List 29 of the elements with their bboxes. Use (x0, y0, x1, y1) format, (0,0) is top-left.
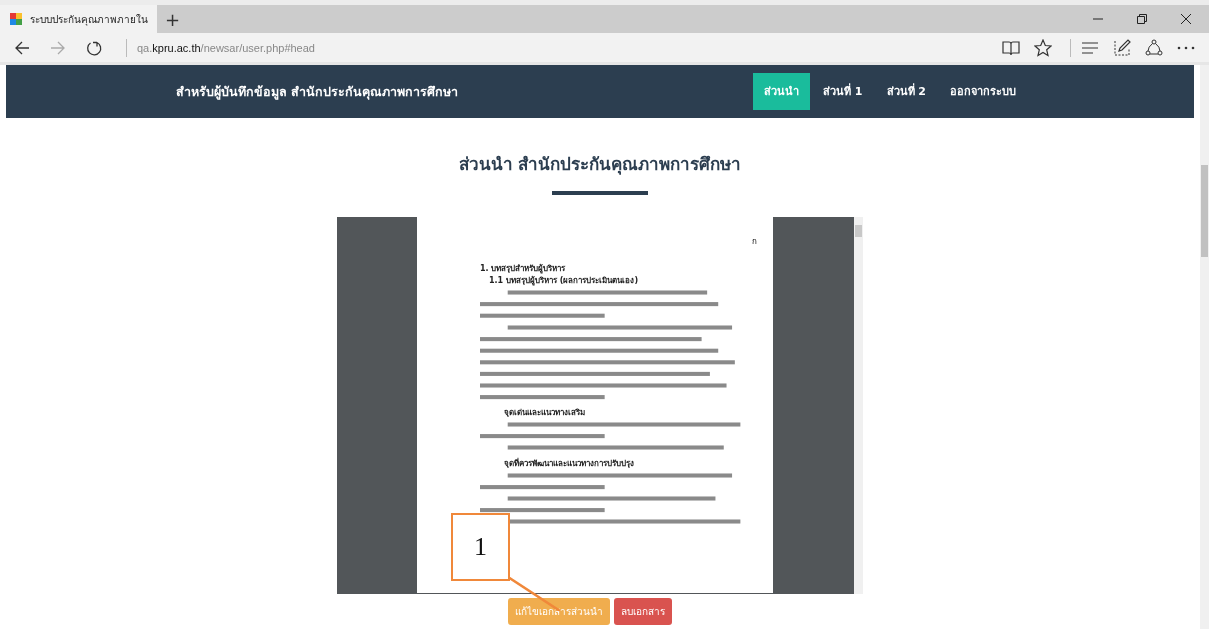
menu-lines-icon[interactable] (1081, 40, 1099, 55)
document-heading: 1. บทสรุปสำหรับผู้บริหาร (480, 263, 567, 275)
viewer-scrollbar[interactable] (854, 217, 863, 594)
page-heading: ส่วนนำ สำนักประกันคุณภาพการศึกษา (458, 153, 742, 177)
page-scrollbar[interactable] (1200, 65, 1209, 629)
tab-title: ระบบประกันคุณภาพภายใน (30, 12, 148, 27)
colorful-logo-icon (10, 13, 22, 25)
nav-item[interactable]: ส่วนที่ 1 (812, 73, 874, 110)
share-icon[interactable] (1145, 38, 1163, 57)
restore-icon[interactable] (1137, 14, 1147, 24)
back-icon[interactable] (14, 39, 30, 56)
document-section-heading: จุดเด่นและแนวทางเสริม (503, 407, 586, 419)
book-icon[interactable] (1002, 39, 1020, 56)
document-subheading: 1.1 บทสรุปผู้บริหาร (ผลการประเมินตนเอง) (488, 275, 640, 287)
callout-box: 1 (451, 513, 510, 581)
site-title[interactable]: สำหรับผู้บันทึกข้อมูล สำนักประกันคุณภาพการศึกษา (176, 81, 459, 102)
star-icon[interactable] (1034, 38, 1052, 57)
pen-note-icon[interactable] (1113, 38, 1131, 57)
delete-button[interactable]: ลบเอกสาร (614, 598, 672, 625)
document-section-heading: จุดที่ควรพัฒนาและแนวทางการปรับปรุง (503, 457, 635, 470)
nav-item[interactable]: ส่วนที่ 2 (875, 73, 937, 110)
more-icon[interactable] (1177, 45, 1195, 50)
page-number: ก (752, 236, 757, 248)
browser-tab[interactable]: ระบบประกันคุณภาพภายใน (0, 5, 157, 33)
new-tab-button[interactable]: + (165, 8, 181, 30)
refresh-icon[interactable] (86, 39, 102, 56)
address-bar[interactable]: qa.kpru.ac.th/newsar/user.php#head (137, 41, 315, 54)
nav-item[interactable]: ออกจากระบบ (939, 73, 1027, 110)
close-icon[interactable] (1181, 14, 1191, 24)
